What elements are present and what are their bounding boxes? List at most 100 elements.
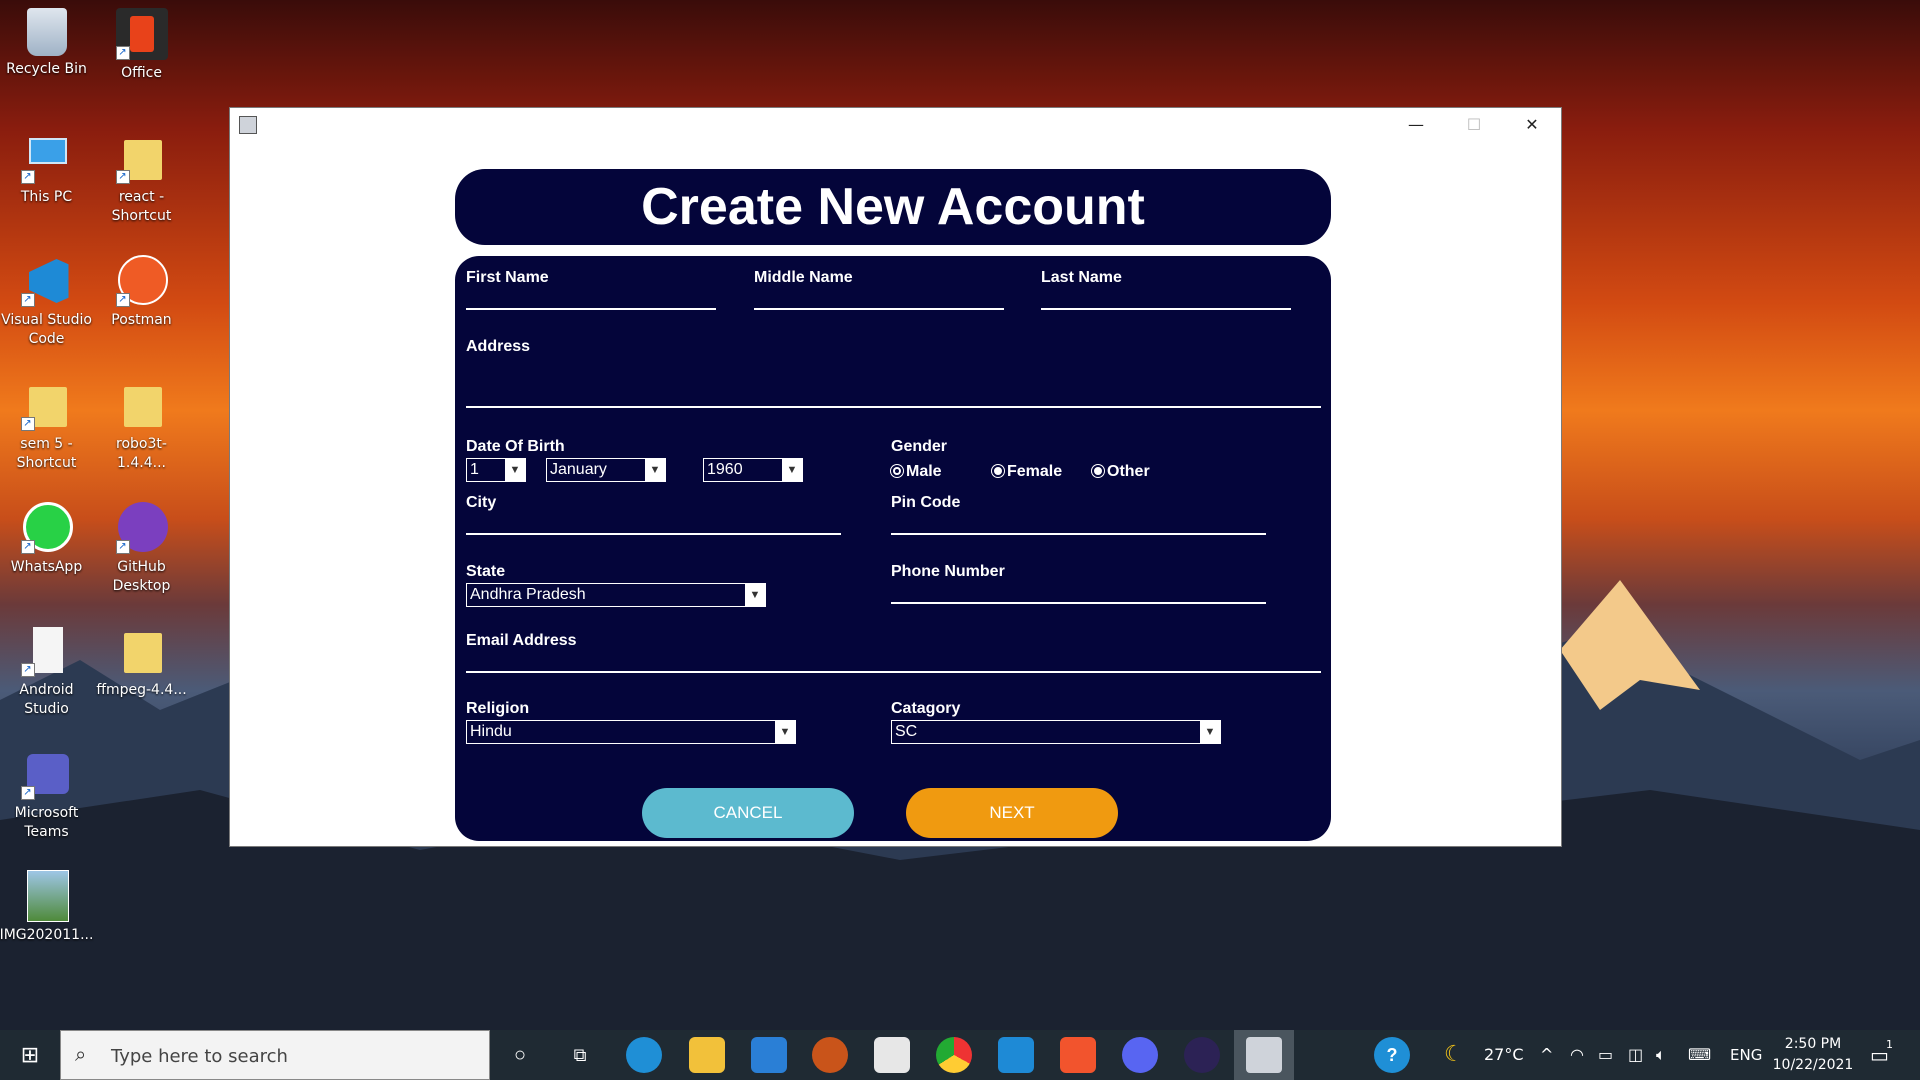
middle-name-field[interactable] [754,308,1004,310]
dob-day-value: 1 [470,461,479,478]
address-field[interactable] [466,406,1321,408]
desktop-icon-label: robo3t-1.4.4... [116,436,167,471]
windows-start-icon[interactable]: ⊞ [0,1030,60,1080]
middle-name-label: Middle Name [754,269,853,286]
close-button[interactable]: ✕ [1503,108,1561,144]
chevron-up-icon[interactable]: ^ [1540,1030,1553,1080]
desktop-icon-label: Office [121,65,162,81]
app-window: — ☐ ✕ Create New Account First Name Midd… [229,107,1562,847]
taskbar: ⊞ ⌕ Type here to search ○ ⧉ ? ☾ 27°C ^ ◠… [0,1030,1920,1080]
last-name-field[interactable] [1041,308,1291,310]
desktop-icon-office[interactable]: ↗ Office [94,8,189,83]
gender-radio-other[interactable]: Other [1092,463,1150,481]
gender-option-label: Female [1007,463,1063,480]
city-label: City [466,494,497,511]
system-clock[interactable]: 2:50 PM 10/22/2021 [1758,1034,1868,1076]
github-icon: ↗ [115,502,168,554]
volume-icon[interactable]: 🔈︎ [1656,1030,1666,1080]
recycle-bin-icon [26,8,67,56]
category-select[interactable]: SC ▼ [891,720,1221,744]
state-select[interactable]: Andhra Pradesh ▼ [466,583,766,607]
maximize-button[interactable]: ☐ [1445,108,1503,144]
dob-month-select[interactable]: January ▼ [546,458,666,482]
desktop-icon-react-shortcut[interactable]: ↗ react - Shortcut [94,132,189,226]
clock-time: 2:50 PM [1784,1036,1842,1052]
desktop-icon-github-desktop[interactable]: ↗ GitHub Desktop [94,502,189,596]
minimize-button[interactable]: — [1387,108,1445,144]
last-name-label: Last Name [1041,269,1122,286]
search-placeholder: Type here to search [111,1046,288,1067]
dob-year-value: 1960 [707,461,743,478]
file-explorer-icon[interactable] [689,1037,725,1073]
folder-icon [116,379,168,431]
desktop-icon-ffmpeg[interactable]: ffmpeg-4.4... [94,625,189,700]
computer-icon: ↗ [20,132,73,184]
image-icon [21,870,73,922]
desktop-icon-vscode[interactable]: ↗ Visual Studio Code [0,255,94,349]
eclipse-icon[interactable] [1184,1037,1220,1073]
desktop-icon-label: GitHub Desktop [112,559,171,594]
state-value: Andhra Pradesh [470,586,586,603]
cancel-button[interactable]: CANCEL [642,788,854,838]
first-name-field[interactable] [466,308,716,310]
java-app-icon [1246,1037,1282,1073]
search-icon: ⌕ [75,1044,87,1066]
teams-icon: ↗ [20,748,73,800]
folder-icon: ↗ [115,132,168,184]
email-field[interactable] [466,671,1321,673]
radio-icon [1092,465,1104,477]
java-app-taskbar-button[interactable] [1234,1030,1294,1080]
desktop-icon-robo3t[interactable]: robo3t-1.4.4... [94,379,189,473]
mail-icon[interactable] [751,1037,787,1073]
desktop-icon-recycle-bin[interactable]: Recycle Bin [0,8,94,79]
weather-icon[interactable]: ☾ [1444,1030,1464,1080]
city-field[interactable] [466,533,841,535]
first-name-label: First Name [466,269,549,286]
desktop-icon-image[interactable]: IMG202011... [0,870,94,945]
desktop-icon-android-studio[interactable]: ↗ Android Studio [0,625,94,719]
taskbar-search[interactable]: ⌕ Type here to search [60,1030,490,1080]
gender-radio-male[interactable]: Male [891,463,942,481]
desktop-icon-label: Postman [111,312,172,328]
chevron-down-icon: ▼ [775,721,795,743]
desktop-icon-label: sem 5 - Shortcut [16,436,77,471]
cortana-icon[interactable]: ○ [502,1037,538,1073]
help-icon[interactable]: ? [1374,1037,1410,1073]
clock-date: 10/22/2021 [1772,1057,1854,1073]
keyboard-icon[interactable]: ⌨ [1688,1030,1711,1080]
discord-icon[interactable] [1122,1037,1158,1073]
next-button[interactable]: NEXT [906,788,1118,838]
form-header: Create New Account [455,169,1331,245]
religion-select[interactable]: Hindu ▼ [466,720,796,744]
desktop-icon-label: Microsoft Teams [14,805,79,840]
desktop-icon-whatsapp[interactable]: ↗ WhatsApp [0,502,94,577]
edge-icon[interactable] [626,1037,662,1073]
meet-now-icon[interactable]: ◫ [1628,1030,1643,1080]
vscode-taskbar-icon[interactable] [998,1037,1034,1073]
gender-radio-female[interactable]: Female [992,463,1062,481]
media-player-icon[interactable] [812,1037,848,1073]
brave-icon[interactable] [1060,1037,1096,1073]
pin-code-field[interactable] [891,533,1266,535]
desktop-icon-postman[interactable]: ↗ Postman [94,255,189,330]
wifi-icon[interactable]: ◠ [1570,1030,1584,1080]
desktop-icon-label: This PC [20,189,73,205]
gender-option-label: Other [1107,463,1150,480]
dob-day-select[interactable]: 1 ▼ [466,458,526,482]
desktop-icon-sem5-shortcut[interactable]: ↗ sem 5 - Shortcut [0,379,94,473]
desktop-icon-teams[interactable]: ↗ Microsoft Teams [0,748,94,842]
office-icon: ↗ [115,8,168,60]
dob-label: Date Of Birth [466,438,565,455]
religion-value: Hindu [470,723,512,740]
desktop-icon-this-pc[interactable]: ↗ This PC [0,132,94,207]
chevron-down-icon: ▼ [505,459,525,481]
window-titlebar[interactable]: — ☐ ✕ [230,108,1561,144]
task-view-icon[interactable]: ⧉ [562,1037,598,1073]
chevron-down-icon: ▼ [1200,721,1220,743]
phone-number-field[interactable] [891,602,1266,604]
store-icon[interactable] [874,1037,910,1073]
dob-year-select[interactable]: 1960 ▼ [703,458,803,482]
battery-icon[interactable]: ▭ [1598,1030,1613,1080]
chrome-icon[interactable] [936,1037,972,1073]
weather-temperature[interactable]: 27°C [1484,1030,1524,1080]
